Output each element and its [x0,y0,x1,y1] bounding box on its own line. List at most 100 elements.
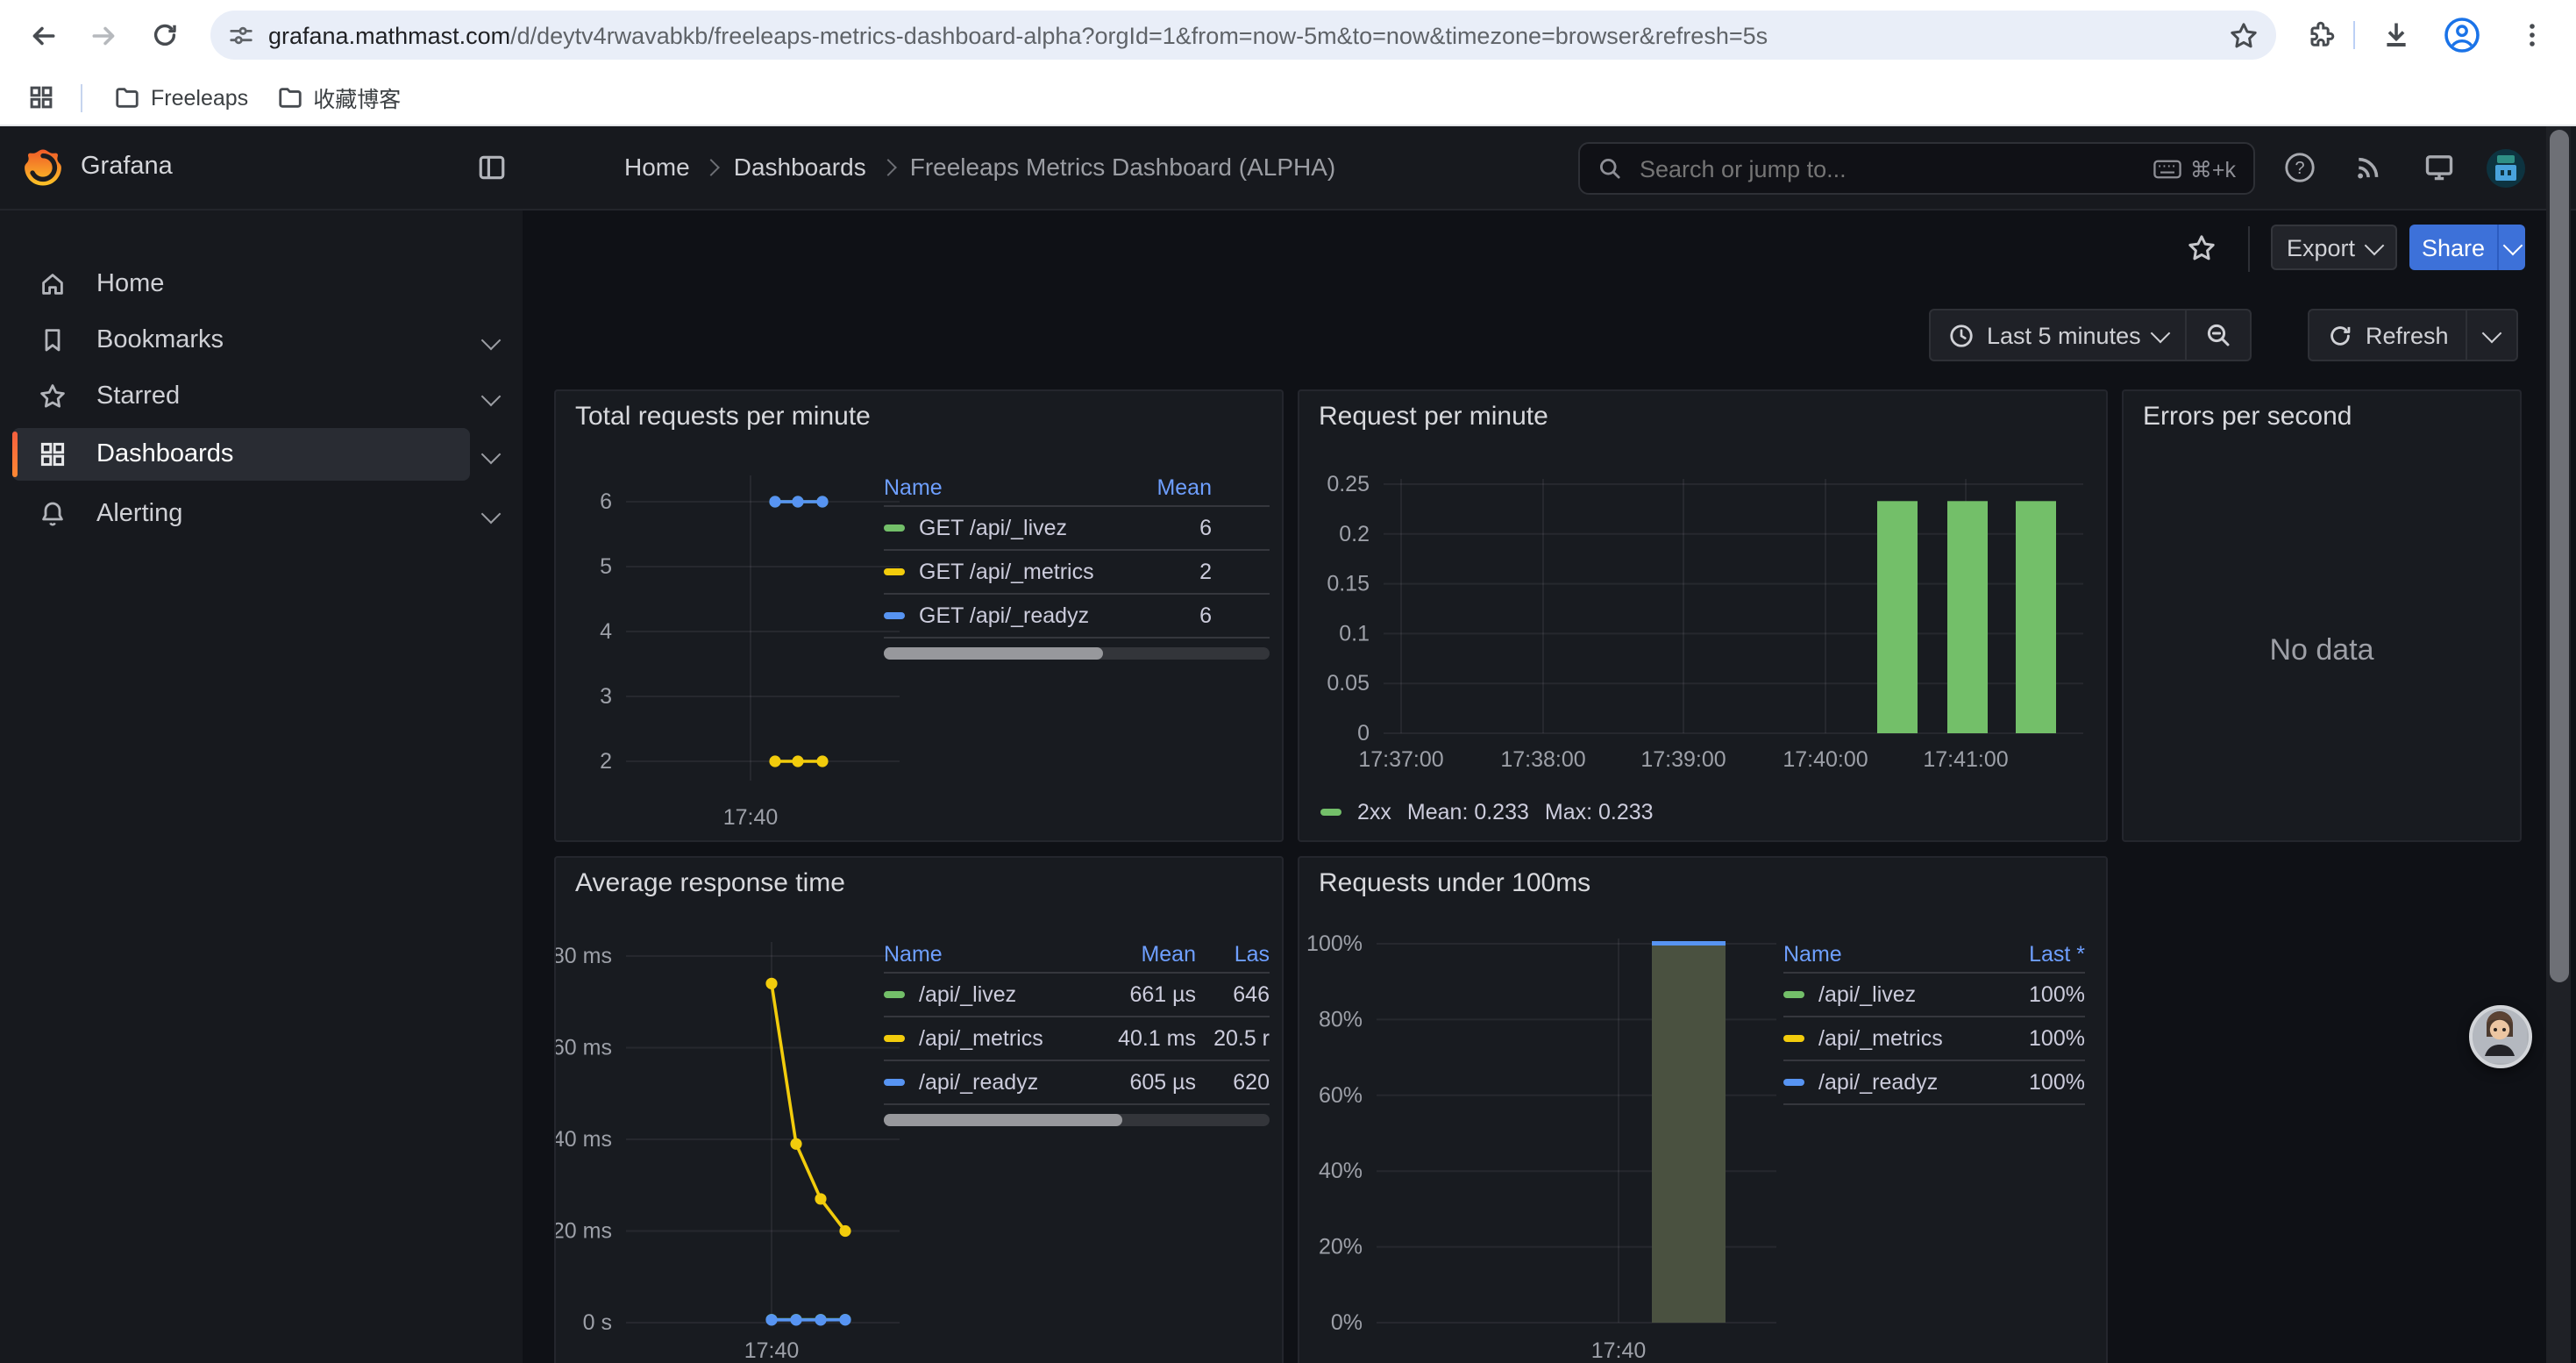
series-name[interactable]: GET /api/_metrics [884,560,1110,584]
site-settings-icon [228,22,254,48]
svg-text:2: 2 [600,749,612,774]
sidebar-item-dashboards[interactable]: Dashboards [0,428,523,481]
panel-title[interactable]: Requests under 100ms [1319,868,1590,898]
page-scrollbar-thumb[interactable] [2549,130,2568,982]
series-name[interactable]: /api/_livez [1783,982,1987,1007]
back-button[interactable] [18,11,67,60]
series-name[interactable]: /api/_metrics [1783,1026,1987,1051]
legend-column-header[interactable]: Name [1783,941,1987,966]
legend-hscrollbar[interactable] [884,647,1270,660]
breadcrumb-home[interactable]: Home [624,153,690,181]
series-value: 6 [1110,516,1212,540]
time-range-picker[interactable]: Last 5 minutes [1931,310,2185,360]
apps-shortcut-button[interactable] [18,75,63,120]
folder-icon [276,84,302,111]
panel-title[interactable]: Average response time [575,868,845,898]
series-value: 100% [1987,1026,2085,1051]
panel-title[interactable]: Request per minute [1319,402,1548,432]
legend-hscrollbar-thumb[interactable] [884,647,1104,660]
downloads-button[interactable] [2371,11,2420,60]
refresh-button[interactable]: Refresh [2309,310,2466,360]
bookmark-star-icon[interactable] [2229,20,2259,50]
search-input[interactable] [1636,153,2139,183]
search-box[interactable]: ⌘+k [1578,142,2255,195]
svg-text:20 ms: 20 ms [556,1219,612,1244]
forward-button[interactable] [79,11,128,60]
favorite-dashboard-button[interactable] [2187,233,2217,263]
profile-button[interactable] [2437,11,2487,60]
series-name[interactable]: /api/_readyz [1783,1070,1987,1095]
assistant-avatar-image [2473,1009,2527,1063]
svg-text:17:40: 17:40 [723,805,779,830]
apps-grid-icon [39,440,67,468]
chevron-down-icon[interactable] [481,504,502,525]
bookmark-folder-blogs[interactable]: 收藏博客 [262,74,415,121]
chevron-down-icon[interactable] [481,387,502,407]
legend-column-header[interactable]: Name [884,941,1087,966]
extensions-button[interactable] [2297,11,2346,60]
panel-errors-per-second: Errors per second No data [2122,389,2522,842]
browser-toolbar: grafana.mathmast.com/d/deytv4rwavabkb/fr… [0,0,2576,70]
page-scrollbar[interactable] [2546,126,2571,1363]
panel-title[interactable]: Total requests per minute [575,402,871,432]
news-button[interactable] [2353,151,2385,182]
legend-row: /api/_livez661 µs646 [884,974,1270,1017]
legend-column-header[interactable]: Mean [1087,941,1196,966]
chevron-down-icon [2150,323,2170,343]
browser-menu-button[interactable] [2508,11,2557,60]
refresh-interval-button[interactable] [2468,310,2517,360]
legend-hscrollbar[interactable] [884,1114,1270,1126]
share-menu-button[interactable] [2497,225,2525,270]
series-color-pill [884,1035,905,1043]
chevron-down-icon[interactable] [481,445,502,465]
series-name[interactable]: GET /api/_readyz [884,603,1110,628]
sidebar-item-label: Starred [96,382,180,410]
chevron-down-icon[interactable] [481,331,502,351]
svg-text:6: 6 [600,489,612,514]
series-name[interactable]: GET /api/_livez [884,516,1110,540]
legend-column-header[interactable]: Las [1196,941,1270,966]
series-name[interactable]: /api/_readyz [884,1070,1087,1095]
active-item-accent-bar [12,432,18,477]
kiosk-mode-button[interactable] [2423,151,2455,182]
help-button[interactable]: ? [2283,151,2316,184]
grafana-logo[interactable] [23,147,63,188]
sidebar-item-starred[interactable]: Starred [0,370,523,423]
panel-request-per-minute: Request per minute 0.250.20.150.10.05017… [1298,389,2108,842]
search-shortcut: ⌘+k [2153,155,2236,182]
profile-icon [2443,16,2481,54]
legend-row: GET /api/_livez6 [884,507,1270,551]
legend-column-header[interactable]: Last * [1987,941,2085,966]
series-name[interactable]: /api/_metrics [884,1026,1087,1051]
series-value: 100% [1987,1070,2085,1095]
export-button[interactable]: Export [2271,225,2397,270]
panel-title[interactable]: Errors per second [2143,402,2352,432]
url-bar[interactable]: grafana.mathmast.com/d/deytv4rwavabkb/fr… [210,11,2276,60]
floating-assistant-avatar[interactable] [2469,1005,2532,1068]
sidebar-item-alerting[interactable]: Alerting [0,488,523,540]
bookmark-label: Freeleaps [151,85,248,110]
legend-hscrollbar-thumb[interactable] [884,1114,1123,1126]
refresh-group: Refresh [2308,309,2519,361]
svg-text:40%: 40% [1319,1159,1363,1183]
breadcrumb-dashboards[interactable]: Dashboards [734,153,866,181]
reload-button[interactable] [140,11,189,60]
user-avatar[interactable] [2487,149,2525,188]
dock-menu-button[interactable] [477,153,507,182]
share-button[interactable]: Share [2409,225,2497,270]
sidebar-item-bookmarks[interactable]: Bookmarks [0,314,523,367]
series-value: 605 µs [1087,1070,1196,1095]
legend-row: GET /api/_readyz6 [884,595,1270,639]
bookmark-folder-freeleaps[interactable]: Freeleaps [100,77,262,118]
legend-column-header[interactable]: Name [884,475,1110,499]
legend-column-header[interactable]: Mean [1110,475,1212,499]
sidebar-item-home[interactable]: Home [0,258,523,310]
nav-sidebar: Home Bookmarks Starred Dashboards Alerti… [0,211,523,1363]
time-range-label: Last 5 minutes [1987,322,2141,348]
zoom-out-button[interactable] [2187,310,2250,360]
series-name[interactable]: 2xx [1357,800,1391,824]
svg-text:17:39:00: 17:39:00 [1640,747,1726,772]
panel-total-requests-per-minute: Total requests per minute 6543217:40 Nam… [554,389,1284,842]
series-name[interactable]: /api/_livez [884,982,1087,1007]
series-max: Max: 0.233 [1545,800,1654,824]
